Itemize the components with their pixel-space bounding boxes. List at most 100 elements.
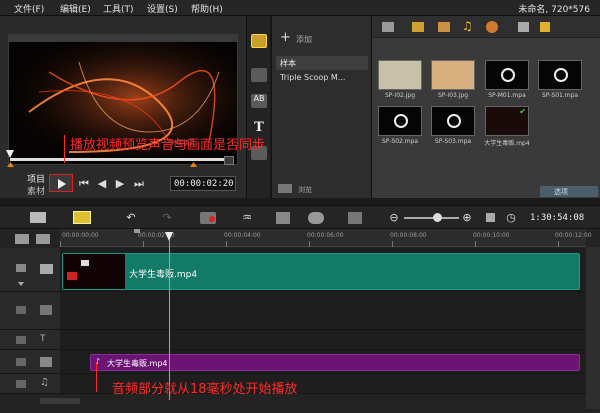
- track-manager-icon[interactable]: [15, 234, 29, 244]
- video-track-header: [0, 248, 60, 292]
- menu-settings[interactable]: 设置(S): [147, 2, 178, 15]
- folder-item-selected[interactable]: 样本: [276, 56, 368, 70]
- audio-disc-icon: [394, 114, 408, 128]
- auto-music-icon[interactable]: [276, 212, 290, 224]
- skip-start-icon[interactable]: ⏮: [78, 176, 90, 191]
- zoom-in-icon[interactable]: ⊕: [461, 210, 473, 225]
- step-back-icon[interactable]: ◀: [96, 176, 108, 191]
- subtitle-editor-icon[interactable]: [348, 212, 362, 224]
- track-visibility-icon[interactable]: [16, 306, 26, 314]
- ruler-tick: [558, 241, 559, 247]
- overlay-track-icon[interactable]: [40, 305, 52, 315]
- skip-end-icon[interactable]: ⏭: [133, 176, 145, 191]
- menu-tools[interactable]: 工具(T): [103, 2, 134, 15]
- media-thumb[interactable]: [378, 106, 422, 136]
- horizontal-scrollbar[interactable]: [40, 398, 80, 404]
- track-visibility-icon[interactable]: [16, 358, 26, 366]
- voice-track-icon[interactable]: [40, 357, 52, 367]
- folder-item-label[interactable]: Triple Scoop M...: [280, 73, 345, 82]
- vertical-scrollbar[interactable]: [586, 247, 600, 409]
- zoom-slider[interactable]: [404, 217, 459, 219]
- online-icon[interactable]: [486, 21, 498, 33]
- storyboard-view-icon[interactable]: [30, 212, 46, 223]
- add-folder-label[interactable]: 添加: [296, 34, 312, 45]
- folder-item-label: 样本: [280, 59, 296, 68]
- video-filter-icon[interactable]: [412, 22, 424, 32]
- video-track-icon[interactable]: [40, 264, 53, 274]
- media-tab-icon[interactable]: [251, 34, 267, 48]
- transition-tab-icon[interactable]: [251, 68, 267, 82]
- overlay-track: [60, 292, 586, 330]
- timeline-ruler[interactable]: 00:00:00:00 00:00:02:00 00:00:04:00 00:0…: [60, 229, 592, 247]
- text-tab-icon[interactable]: T: [251, 120, 267, 135]
- fit-project-icon[interactable]: [486, 213, 495, 222]
- audio-filter-icon[interactable]: ♫: [462, 19, 473, 33]
- title-tab-icon[interactable]: AB: [251, 94, 267, 108]
- audio-clip[interactable]: ♪ 大学生毒贩.mp4: [90, 354, 580, 371]
- annotation-pointer-line: [64, 135, 65, 163]
- video-track: 大学生毒贩.mp4: [60, 248, 586, 292]
- menu-help[interactable]: 帮助(H): [191, 2, 223, 15]
- annotation-top: 播放视频预览声音与画面是否同步: [70, 138, 266, 153]
- timeline-view-icon[interactable]: [73, 211, 91, 224]
- expand-arrow-icon[interactable]: [18, 282, 24, 286]
- media-thumb-label: SP-S03.mpa: [434, 138, 472, 145]
- media-thumb[interactable]: [431, 106, 475, 136]
- folder-icon[interactable]: [382, 22, 394, 32]
- step-forward-icon[interactable]: ▶: [114, 176, 126, 191]
- browse-icon[interactable]: [278, 184, 292, 193]
- zoom-slider-thumb[interactable]: [433, 213, 442, 222]
- motion-track-icon[interactable]: [308, 212, 324, 224]
- media-thumb[interactable]: [378, 60, 422, 90]
- duration-clock-icon[interactable]: ◷: [505, 210, 517, 225]
- menu-bar: 文件(F) 编辑(E) 工具(T) 设置(S) 帮助(H) 未命名, 720*5…: [0, 0, 600, 16]
- ruler-marker: [134, 229, 140, 233]
- options-label: 选项: [554, 188, 568, 196]
- timecode-display[interactable]: 00:00:02:20: [170, 176, 236, 191]
- audio-disc-icon: [554, 68, 568, 82]
- media-thumb[interactable]: [485, 60, 529, 90]
- track-visibility-icon[interactable]: [16, 264, 26, 272]
- music-track-icon[interactable]: ♫: [40, 377, 49, 388]
- redo-icon[interactable]: ↷: [160, 210, 174, 225]
- list-view-icon[interactable]: [518, 22, 529, 32]
- ruler-tick: [60, 241, 61, 247]
- project-duration: 1:30:54:08: [530, 213, 585, 223]
- chapter-point-icon[interactable]: [36, 234, 50, 244]
- add-icon[interactable]: +: [280, 30, 291, 45]
- enlarge-icon[interactable]: [224, 156, 234, 165]
- play-button[interactable]: [49, 174, 73, 192]
- video-clip[interactable]: 大学生毒贩.mp4: [62, 253, 580, 290]
- check-icon: ✔: [519, 107, 526, 116]
- title-track-icon[interactable]: T: [40, 334, 46, 344]
- ruler-time-label: 00:00:08:00: [390, 232, 427, 239]
- media-thumb-label: SP-S02.mpa: [381, 138, 419, 145]
- audio-disc-icon: [501, 68, 515, 82]
- media-thumb[interactable]: [431, 60, 475, 90]
- image-filter-icon[interactable]: [438, 22, 450, 32]
- clip-mode-label[interactable]: 素材: [27, 184, 45, 197]
- undo-icon[interactable]: ↶: [124, 210, 138, 225]
- ruler-time-label: 00:00:12:00: [555, 232, 592, 239]
- menu-file[interactable]: 文件(F): [14, 2, 44, 15]
- video-clip-label: 大学生毒贩.mp4: [129, 270, 198, 280]
- record-capture-icon[interactable]: [200, 212, 216, 224]
- menu-edit[interactable]: 编辑(E): [60, 2, 91, 15]
- track-visibility-icon[interactable]: [16, 380, 26, 388]
- browse-label[interactable]: 浏览: [298, 185, 312, 195]
- ruler-tick: [143, 241, 144, 247]
- media-thumb-label: 大学生毒贩.mp4: [484, 140, 530, 147]
- options-button[interactable]: 选项: [540, 186, 598, 197]
- ruler-time-label: 00:00:06:00: [307, 232, 344, 239]
- title-track: [60, 330, 586, 350]
- thumbnail-view-icon[interactable]: [540, 22, 550, 32]
- media-thumb-video[interactable]: ✔: [485, 106, 529, 136]
- ruler-tick: [226, 241, 227, 247]
- track-visibility-icon[interactable]: [16, 336, 26, 344]
- clip-badge-icon: [67, 272, 77, 280]
- zoom-out-icon[interactable]: ⊖: [388, 210, 400, 225]
- media-thumb[interactable]: [538, 60, 582, 90]
- scrubber-track[interactable]: [10, 158, 230, 161]
- audio-clip-label: 大学生毒贩.mp4: [107, 359, 168, 368]
- sound-mixer-icon[interactable]: ♒: [240, 210, 254, 225]
